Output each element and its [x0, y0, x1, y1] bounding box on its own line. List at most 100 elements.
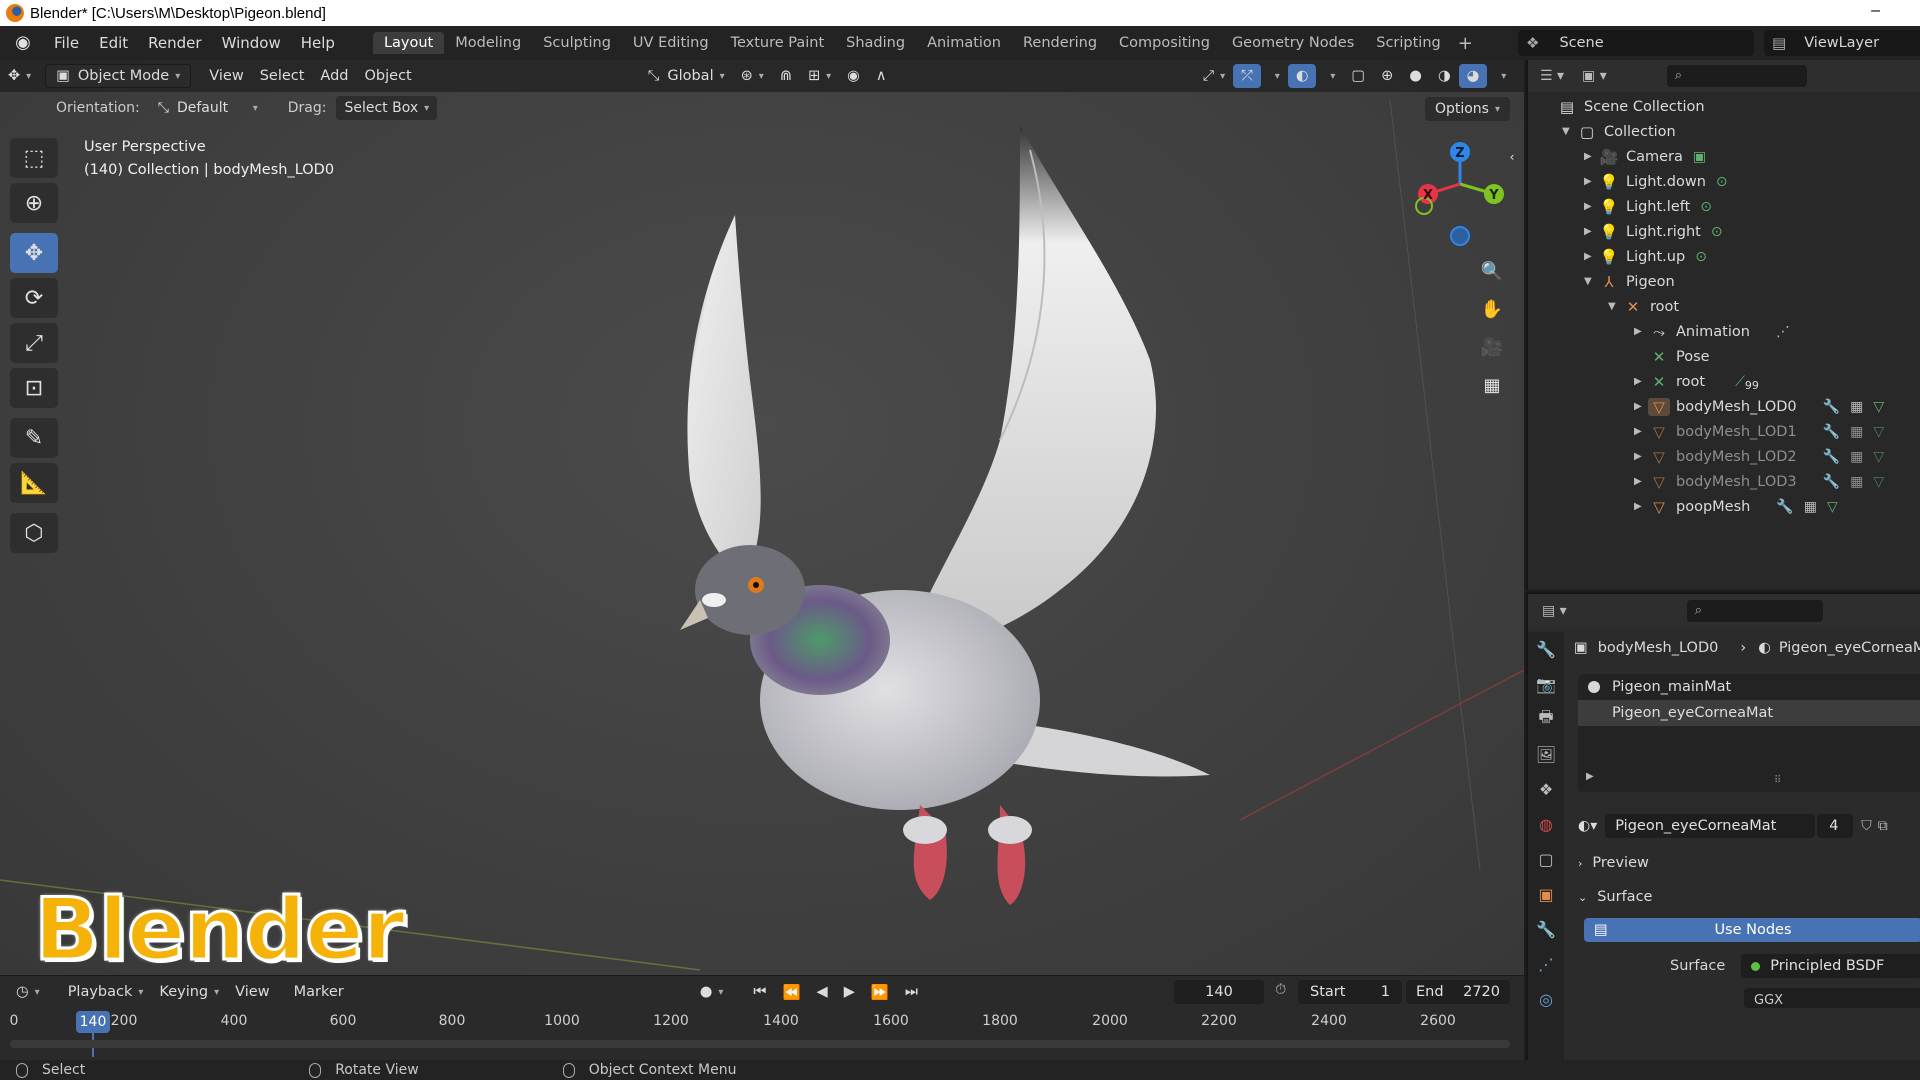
camera-view-icon[interactable]: 🎥	[1475, 330, 1509, 364]
scale-tool[interactable]: ⤢	[10, 323, 58, 363]
falloff-icon[interactable]: ∧	[868, 64, 895, 88]
snap-icon[interactable]: ⋒	[772, 64, 800, 88]
overlay-options-caret[interactable]: ▾	[1316, 64, 1343, 88]
material-slot[interactable]: Pigeon_eyeCorneaMat	[1578, 700, 1920, 726]
root-expand-icon[interactable]: ▼	[1608, 301, 1622, 312]
selectability-icon[interactable]: ⤢ ▾	[1194, 64, 1233, 88]
vertex-groups-icon[interactable]: ▦	[1850, 449, 1863, 465]
modifier-wrench-icon[interactable]: 🔧	[1776, 499, 1793, 515]
vertex-groups-icon[interactable]: ▦	[1850, 424, 1863, 440]
tab-rendering[interactable]: Rendering	[1012, 32, 1108, 54]
blender-menu-icon[interactable]: ◉	[12, 32, 34, 54]
view-layer-tab-icon[interactable]: 🖼	[1528, 737, 1564, 772]
properties-editor-type-icon[interactable]: ▤ ▾	[1542, 603, 1567, 619]
camera-data-icon[interactable]: ▣	[1693, 149, 1706, 165]
shading-rendered-icon[interactable]: ◕	[1458, 64, 1488, 88]
mesh-data-icon[interactable]: ▽	[1873, 474, 1884, 490]
tab-modeling[interactable]: Modeling	[444, 32, 532, 54]
measure-tool[interactable]: 📐	[10, 463, 58, 503]
lod3-expand-icon[interactable]: ▶	[1634, 476, 1648, 487]
lod0-expand-icon[interactable]: ▶	[1634, 401, 1648, 412]
modifier-wrench-icon[interactable]: 🔧	[1823, 424, 1840, 440]
navigation-gizmo[interactable]: Z Y X	[1410, 138, 1510, 248]
ortho-grid-icon[interactable]: ▦	[1475, 368, 1509, 402]
camera-expand-icon[interactable]: ▶	[1584, 151, 1598, 162]
scene-collection-row[interactable]: ▤ Scene Collection	[1556, 94, 1705, 119]
overlay-toggle-icon[interactable]: ◐	[1287, 64, 1317, 88]
shading-options-caret[interactable]: ▾	[1487, 64, 1514, 88]
outliner-item-lod2[interactable]: ▶ ▽ bodyMesh_LOD2 🔧 ▦ ▽	[1634, 444, 1884, 469]
scene-tab-icon[interactable]: ❖	[1528, 772, 1564, 807]
timeline-ruler[interactable]: 0 200 400 600 800 1000 1200 1400 1600 18…	[0, 1008, 1524, 1057]
minimize-button[interactable]: –	[1871, 2, 1880, 20]
light-down-expand-icon[interactable]: ▶	[1584, 176, 1598, 187]
mesh-data-icon[interactable]: ▽	[1827, 499, 1838, 515]
menu-object[interactable]: Object	[357, 64, 420, 88]
light-left-expand-icon[interactable]: ▶	[1584, 201, 1598, 212]
world-tab-icon[interactable]: ◍	[1528, 807, 1564, 842]
bone-icon[interactable]: ⟋	[1735, 374, 1745, 390]
shading-solid-icon[interactable]: ●	[1401, 64, 1430, 88]
transform-orientation-dropdown[interactable]: ⤡ Global ▾	[640, 64, 733, 88]
timeline-view-menu[interactable]: View	[227, 980, 277, 1004]
select-box-tool[interactable]: ⬚	[10, 138, 58, 178]
sidebar-toggle-icon[interactable]: ‹	[1504, 140, 1520, 174]
outliner-item-camera[interactable]: ▶ 🎥 Camera ▣	[1584, 144, 1706, 169]
slot-list-expand-icon[interactable]: ▶	[1586, 771, 1594, 782]
auto-keying-icon[interactable]: ● ▾	[692, 980, 732, 1004]
options-dropdown[interactable]: Options ▾	[1424, 97, 1510, 121]
collection-row[interactable]: ▼ ▢ Collection	[1562, 119, 1676, 144]
xray-toggle-icon[interactable]: ▢	[1343, 64, 1373, 88]
mesh-data-icon[interactable]: ▽	[1873, 424, 1884, 440]
annotate-tool[interactable]: ✎	[10, 418, 58, 458]
modifier-wrench-icon[interactable]: 🔧	[1823, 399, 1840, 415]
slot-list-resize-handle[interactable]: ⠿	[1774, 775, 1781, 786]
fake-user-shield-icon[interactable]: ⛉	[1861, 818, 1872, 834]
object-mode-dropdown[interactable]: ▣ Object Mode ▾	[45, 64, 192, 88]
outliner-item-root[interactable]: ▼ ✕ root	[1608, 294, 1679, 319]
surface-shader-dropdown[interactable]: Principled BSDF	[1741, 954, 1920, 978]
add-workspace-button[interactable]: +	[1458, 33, 1473, 54]
viewlayer-selector[interactable]: ▤ ViewLayer	[1764, 30, 1920, 56]
play-reverse-icon[interactable]: ◀	[809, 980, 836, 1004]
material-slot[interactable]: Pigeon_mainMat	[1578, 674, 1920, 700]
modifier-tab-icon[interactable]: 🔧	[1528, 912, 1564, 947]
light-up-expand-icon[interactable]: ▶	[1584, 251, 1598, 262]
collection-tab-icon[interactable]: ▢	[1528, 842, 1564, 877]
material-users-count[interactable]: 4	[1817, 814, 1854, 838]
menu-select[interactable]: Select	[252, 64, 313, 88]
tab-layout[interactable]: Layout	[372, 32, 445, 54]
snap-target-icon[interactable]: ⊞ ▾	[800, 64, 839, 88]
mesh-data-icon[interactable]: ▽	[1873, 449, 1884, 465]
outliner-display-mode-icon[interactable]: ▣ ▾	[1582, 68, 1607, 84]
shading-material-icon[interactable]: ◑	[1430, 64, 1459, 88]
action-icon[interactable]: ⋰	[1776, 324, 1790, 340]
timeline-scrollbar[interactable]	[10, 1040, 1510, 1048]
properties-search-input[interactable]: ⌕	[1686, 600, 1823, 622]
root-bones-expand-icon[interactable]: ▶	[1634, 376, 1648, 387]
drag-dropdown[interactable]: Select Box ▾	[336, 96, 438, 120]
pigeon-expand-icon[interactable]: ▼	[1584, 276, 1598, 287]
playhead-frame-label[interactable]: 140	[76, 1011, 110, 1033]
render-tab-icon[interactable]: 📷	[1528, 667, 1564, 702]
particles-tab-icon[interactable]: ⋰	[1528, 947, 1564, 982]
move-tool[interactable]: ✥	[10, 233, 58, 273]
jump-next-key-icon[interactable]: ⏩	[863, 980, 897, 1004]
gizmo-options-caret[interactable]: ▾	[1261, 64, 1288, 88]
jump-prev-key-icon[interactable]: ⏪	[774, 980, 808, 1004]
outliner-item-lod0[interactable]: ▶ ▽ bodyMesh_LOD0 🔧 ▦ ▽	[1634, 394, 1884, 419]
preview-panel-header[interactable]: › Preview	[1578, 850, 1649, 876]
proportional-edit-icon[interactable]: ◉	[839, 64, 868, 88]
tab-scripting[interactable]: Scripting	[1365, 32, 1451, 54]
marker-menu[interactable]: Marker	[286, 980, 352, 1004]
outliner-item-poop[interactable]: ▶ ▽ poopMesh 🔧 ▦ ▽	[1634, 494, 1838, 519]
jump-start-icon[interactable]: ⏮	[745, 980, 774, 1004]
outliner-item-light-right[interactable]: ▶ 💡 Light.right ⊙	[1584, 219, 1723, 244]
lod2-expand-icon[interactable]: ▶	[1634, 451, 1648, 462]
material-browse-icon[interactable]: ◐▾	[1578, 818, 1597, 834]
modifier-wrench-icon[interactable]: 🔧	[1823, 474, 1840, 490]
outliner-item-root-bones[interactable]: ▶ ✕ root ⟋ 99	[1634, 369, 1759, 394]
jump-end-icon[interactable]: ⏭	[897, 980, 926, 1004]
light-data-icon[interactable]: ⊙	[1716, 174, 1728, 190]
outliner-item-pigeon[interactable]: ▼ ⅄ Pigeon	[1584, 269, 1675, 294]
